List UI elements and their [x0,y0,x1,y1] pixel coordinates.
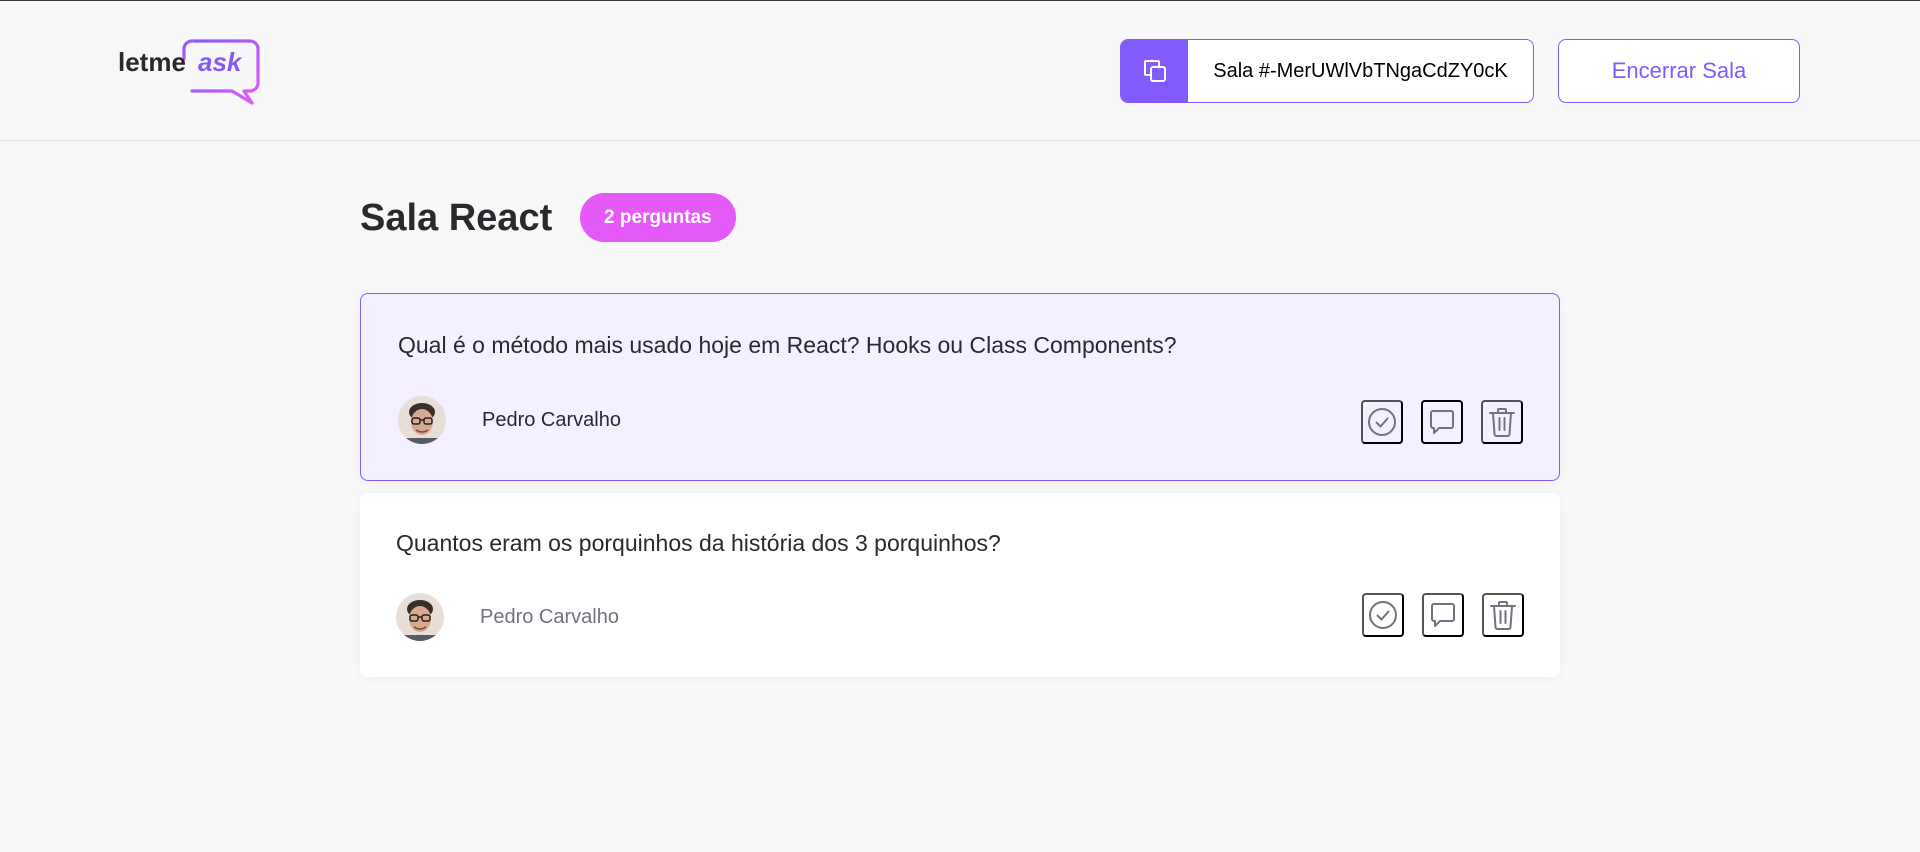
delete-trash-icon[interactable] [1481,400,1523,444]
copy-icon [1121,40,1188,102]
svg-text:letme: letme [118,47,186,77]
page-header: letme ask Sala #-MerUWlVbTNgaCdZY0cK Enc… [0,1,1920,141]
question-author: Pedro Carvalho [396,593,619,641]
svg-text:ask: ask [198,47,243,77]
answer-balloon-icon[interactable] [1422,593,1464,637]
question-actions [1362,593,1524,637]
avatar [398,396,446,444]
check-circle-icon[interactable] [1362,593,1404,637]
author-name: Pedro Carvalho [480,605,619,628]
author-name: Pedro Carvalho [482,408,621,431]
question-content: Qual é o método mais usado hoje em React… [398,332,1177,358]
delete-trash-icon[interactable] [1482,593,1524,637]
answer-balloon-icon[interactable] [1421,400,1463,444]
end-room-button[interactable]: Encerrar Sala [1558,39,1800,103]
check-circle-icon[interactable] [1361,400,1403,444]
question-author: Pedro Carvalho [398,396,621,444]
question-count-badge: 2 perguntas [580,193,736,242]
question-actions [1361,400,1523,444]
question-content: Quantos eram os porquinhos da história d… [396,530,1001,556]
room-code-copy-button[interactable]: Sala #-MerUWlVbTNgaCdZY0cK [1120,39,1534,103]
room-code-text: Sala #-MerUWlVbTNgaCdZY0cK [1213,59,1508,82]
question-card: Quantos eram os porquinhos da história d… [360,493,1560,677]
room-title: Sala React [360,197,553,239]
avatar [396,593,444,641]
letmeask-logo: letme ask [118,37,263,105]
question-card: Qual é o método mais usado hoje em React… [360,293,1560,481]
